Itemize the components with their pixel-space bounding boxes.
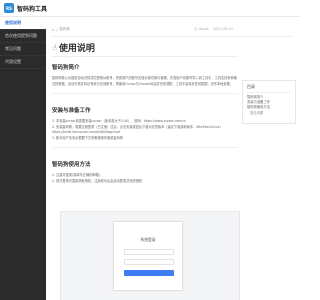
intro-heading: 智码狗简介: [52, 65, 80, 71]
toc-title: 目录: [247, 84, 291, 93]
toc-item[interactable]: 常见问题: [247, 111, 291, 116]
login-card: 系统登录: [113, 221, 183, 291]
login-button: [124, 270, 174, 276]
author-label: 小 iknow: [194, 27, 209, 31]
app-logo[interactable]: RS: [4, 3, 14, 13]
article-body: 智码狗简介 智码狗核心功能是自动识别并匹配相似账号，完成用户的账号无缝对接切换与…: [52, 63, 238, 184]
divider: [52, 147, 238, 148]
login-title: 系统登录: [140, 237, 156, 242]
app-brand[interactable]: 智码狗工具: [17, 4, 47, 13]
install-step: 3. 新手用户请务必根据下方的教程操作使用智码狗: [52, 135, 123, 140]
intro-text: 智码狗核心功能是自动识别并匹配相似账号，完成用户的账号无缝对接切换与管理。先需用…: [52, 76, 237, 86]
divider: [52, 93, 238, 94]
breadcrumb: ⌂ / 智码狗: [52, 27, 70, 32]
sidebar-item-faq[interactable]: 常见问题: [0, 43, 46, 56]
date-label: 2023.08.24: [212, 27, 233, 31]
breadcrumb-current[interactable]: 智码狗: [59, 27, 70, 32]
page-title: ☝ 使用说明: [52, 41, 95, 54]
article-meta: 小 iknow 2023.08.24: [194, 27, 233, 32]
table-of-contents: 目录 智码狗简介 安装与准备工作 智码狗使用方法 常见问题: [242, 80, 296, 124]
sidebar-item-proxy[interactable]: 代理设置: [0, 56, 46, 69]
page-title-text: 使用说明: [58, 44, 95, 54]
sidebar-item-usage[interactable]: 使用说明: [0, 17, 46, 30]
username-field: [124, 249, 174, 255]
hand-pointer-icon: ☝: [52, 43, 57, 52]
divider: [52, 36, 292, 37]
top-bar: RS 智码狗工具: [0, 0, 300, 17]
home-icon[interactable]: ⌂: [52, 28, 54, 32]
login-screenshot: 系统登录: [60, 211, 240, 300]
sidebar-item-first-use[interactable]: 首次使用提到问题: [0, 30, 46, 43]
install-heading: 安装与准备工作: [52, 108, 91, 114]
password-field: [124, 259, 174, 265]
main-content: ⌂ / 智码狗 小 iknow 2023.08.24 ☝ 使用说明 智码狗简介 …: [46, 17, 300, 300]
sidebar: 使用说明 首次使用提到问题 常见问题 代理设置: [0, 17, 46, 300]
usage-step: 2. 首次登录可直接获取授权，注册成功后会自动登录并完成授权: [52, 178, 143, 183]
breadcrumb-separator: /: [56, 27, 58, 32]
divider: [52, 56, 238, 57]
usage-heading: 智码狗使用方法: [52, 162, 91, 168]
